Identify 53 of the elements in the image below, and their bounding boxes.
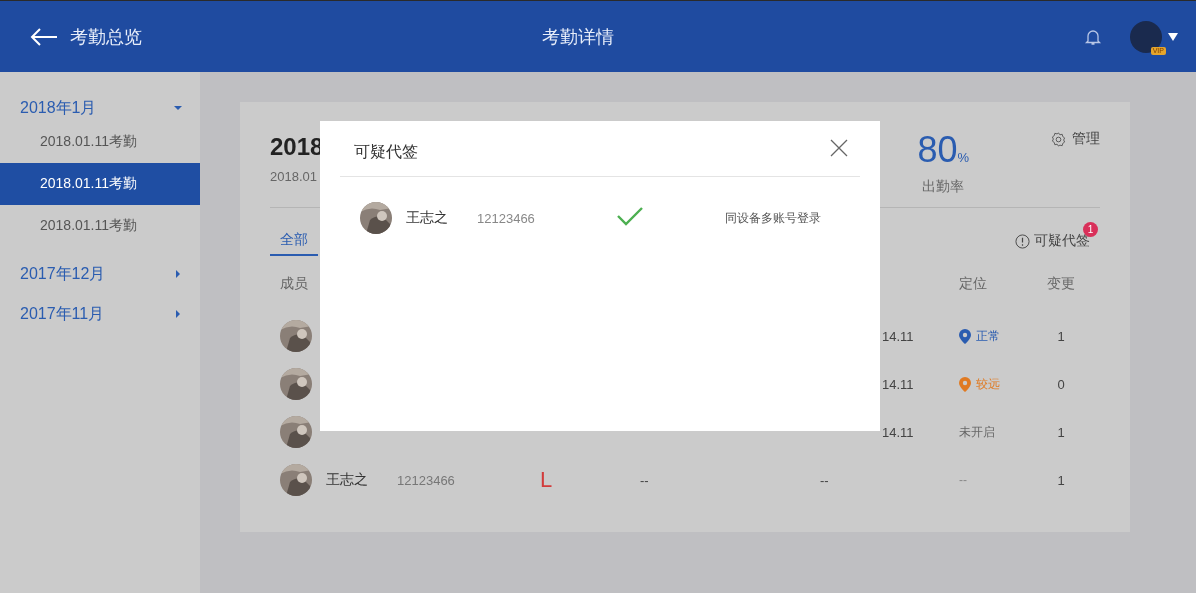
close-button[interactable] [830,138,848,157]
location-text: -- [959,473,967,487]
month-item[interactable]: 2018年1月 [0,93,200,123]
column-header: 定位 [958,275,988,293]
member-id: 12123466 [397,473,455,488]
card-subtitle: 2018.01 [270,169,317,184]
table-cell-text: -- [639,473,649,488]
location-pin-icon [959,328,971,344]
change-count: 0 [1057,376,1065,392]
back-arrow-icon [30,27,58,46]
change-count: 1 [1057,328,1065,344]
change-count: 1 [1057,472,1065,488]
avatar [360,202,392,234]
bell-icon[interactable] [1084,27,1102,46]
member-id: 12123466 [477,210,535,226]
reason-text: 同设备多账号登录 [725,209,821,227]
day-item[interactable]: 2018.01.11考勤 [0,205,200,247]
day-item[interactable]: 2018.01.11考勤 [0,121,200,163]
dialog-title: 可疑代签 [354,142,418,162]
location-text: 未开启 [959,423,995,441]
change-count: 1 [1057,424,1065,440]
location-pin-icon [959,376,971,392]
time-cell-text: 14.11 [881,329,914,344]
avatar [280,464,312,496]
time-cell-text: 14.11 [881,377,914,392]
attendance-rate: 80% [917,130,969,172]
avatar [280,416,312,448]
location-text: 较远 [976,375,1000,393]
caret-icon [174,104,182,112]
month-item[interactable]: 2017年12月 [0,259,200,289]
member-name: 王志之 [326,471,368,489]
caret-icon[interactable] [1168,32,1178,41]
time-cell-text: 14.11 [881,425,914,440]
status-mark: L [539,467,553,492]
month-item[interactable]: 2017年11月 [0,299,200,329]
column-header: 变更 [1047,275,1075,293]
page-title: 考勤详情 [541,25,615,49]
caret-icon [174,270,182,278]
back-button[interactable]: 考勤总览 [30,24,142,49]
avatar [280,320,312,352]
info-icon [1015,233,1030,249]
filter-tab[interactable]: 全部 [270,226,318,256]
table-cell-text: -- [819,473,829,488]
close-icon [830,138,848,157]
location-text: 正常 [976,327,1000,345]
caret-icon [174,310,182,318]
avatar [280,368,312,400]
manage-button[interactable]: 管理 [1051,130,1100,148]
settings-icon [1051,131,1066,147]
member-name: 王志之 [406,209,449,227]
day-item[interactable]: 2018.01.11考勤 [0,163,200,205]
rate-label: 出勤率 [922,178,965,196]
column-header: 成员 [280,275,309,293]
